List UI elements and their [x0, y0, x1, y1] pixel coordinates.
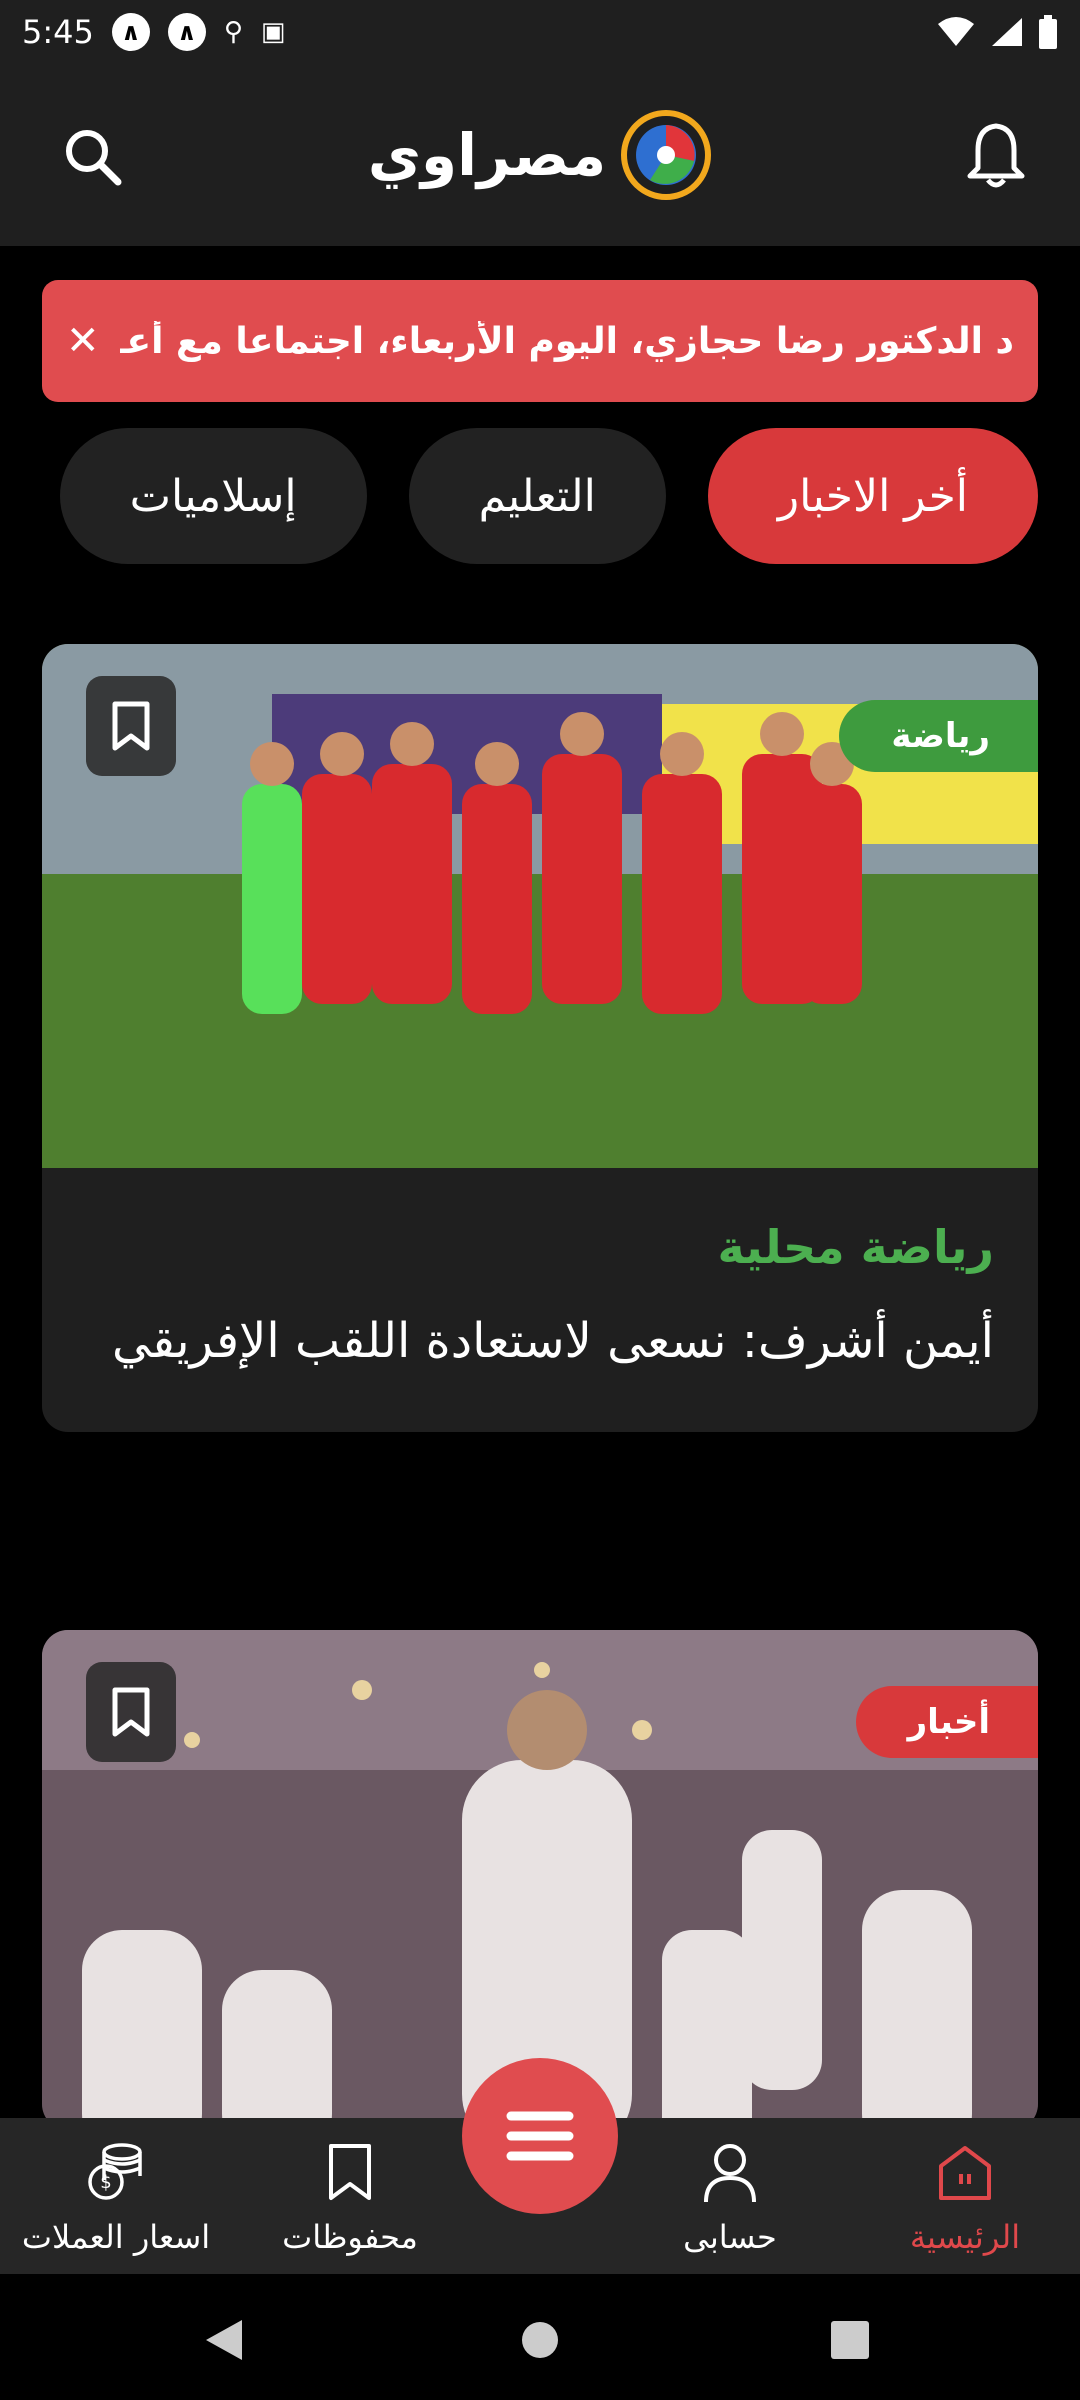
close-icon[interactable]: ✕ [66, 318, 100, 364]
bookmark-button[interactable] [86, 1662, 176, 1762]
article-body[interactable]: رياضة محلية أيمن أشرف: نسعى لاستعادة الل… [42, 1168, 1038, 1432]
article-image[interactable]: أخبار [42, 1630, 1038, 2130]
system-navigation-bar [0, 2274, 1080, 2400]
back-icon[interactable] [204, 2318, 244, 2362]
category-badge[interactable]: رياضة [839, 700, 1038, 772]
logo-mark-icon [621, 110, 712, 200]
app-header: مصراوي [0, 64, 1080, 246]
logo-text: مصراوي [367, 121, 607, 189]
article-title[interactable]: أيمن أشرف: نسعى لاستعادة اللقب الإفريقي [86, 1296, 994, 1386]
home-circle-icon[interactable] [520, 2320, 560, 2360]
usb-debug-icon: ⚲ [223, 17, 243, 47]
search-icon[interactable] [60, 124, 124, 188]
article-card[interactable]: أخبار [42, 1630, 1038, 2130]
app-logo[interactable]: مصراوي [368, 109, 712, 201]
wifi-icon [938, 17, 974, 46]
nav-label: اسعار العملات [21, 2218, 211, 2256]
tab-islamic[interactable]: إسلاميات [59, 428, 367, 564]
tab-latest-news[interactable]: أخر الاخبار [707, 428, 1038, 564]
article-card[interactable]: رياضة رياضة محلية أيمن أشرف: نسعى لاستعا… [42, 644, 1038, 1432]
bell-icon[interactable] [964, 120, 1028, 190]
nav-currency-rates[interactable]: $ اسعار العملات [8, 2140, 224, 2256]
nav-label: الرئيسية [909, 2218, 1021, 2256]
bookmark-icon [112, 1687, 150, 1737]
recents-icon[interactable] [830, 2320, 870, 2360]
category-badge[interactable]: أخبار [855, 1686, 1038, 1758]
sim-icon: ▣ [260, 17, 286, 47]
status-time: 5:45 [22, 13, 94, 51]
home-icon [939, 2146, 991, 2200]
nav-saved[interactable]: محفوظات [270, 2140, 430, 2256]
bookmark-icon [112, 701, 150, 751]
menu-fab-button[interactable] [462, 2058, 618, 2214]
article-image[interactable]: رياضة [42, 644, 1038, 1168]
article-section: رياضة محلية [717, 1220, 994, 1274]
coins-icon: $ [88, 2143, 142, 2200]
nav-home[interactable]: الرئيسية [880, 2140, 1050, 2256]
bookmark-icon [329, 2144, 371, 2200]
breaking-news-ticker[interactable]: د الدكتور رضا حجازي، اليوم الأربعاء، اجت… [42, 280, 1038, 402]
notification-app-icon: ∧ [111, 13, 150, 51]
hamburger-menu-icon [506, 2111, 574, 2161]
user-icon [704, 2144, 756, 2203]
ticker-text[interactable]: د الدكتور رضا حجازي، اليوم الأربعاء، اجت… [120, 321, 1014, 362]
tab-education[interactable]: التعليم [408, 428, 666, 564]
svg-text:$: $ [100, 2172, 111, 2193]
nav-account[interactable]: حسابى [660, 2140, 800, 2256]
signal-icon [992, 18, 1022, 46]
battery-icon [1039, 15, 1057, 49]
nav-label: حسابى [683, 2218, 777, 2256]
bookmark-button[interactable] [86, 676, 176, 776]
notification-app-icon-2: ∧ [167, 13, 206, 51]
nav-label: محفوظات [282, 2218, 418, 2256]
status-bar: 5:45 ∧ ∧ ⚲ ▣ [0, 0, 1080, 64]
category-tabs: أخر الاخبار التعليم إسلاميات [42, 428, 1038, 564]
